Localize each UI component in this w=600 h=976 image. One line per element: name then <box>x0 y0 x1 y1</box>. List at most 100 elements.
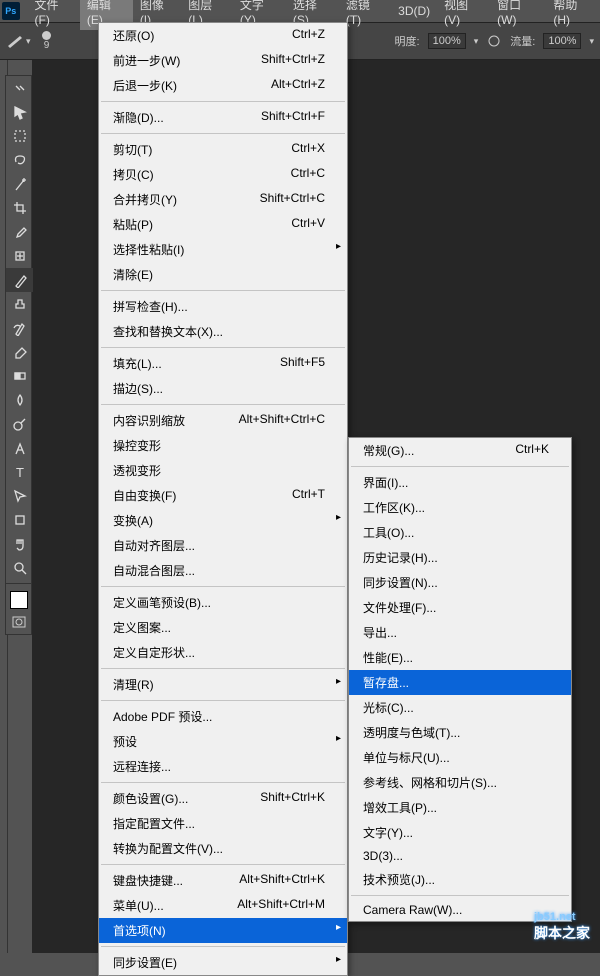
blur-tool[interactable] <box>6 388 33 412</box>
stamp-tool[interactable] <box>6 292 33 316</box>
menuitem-42[interactable]: 菜单(U)...Alt+Shift+Ctrl+M <box>99 893 347 918</box>
menuitem-9[interactable]: 粘贴(P)Ctrl+V <box>99 212 347 237</box>
history-tool[interactable] <box>6 316 33 340</box>
flow-value[interactable]: 100% <box>543 33 581 49</box>
menuitem-8[interactable]: 导出... <box>349 620 571 645</box>
opacity-value[interactable]: 100% <box>428 33 466 49</box>
brush-tool-icon[interactable]: ▾ <box>6 31 34 51</box>
menuitem-11[interactable]: 清除(E) <box>99 262 347 287</box>
shape-tool[interactable] <box>6 508 33 532</box>
menu-v[interactable]: 视图(V) <box>437 0 490 30</box>
menuitem-13[interactable]: 拼写检查(H)... <box>99 294 347 319</box>
menuitem-11[interactable]: 光标(C)... <box>349 695 571 720</box>
menuitem-3[interactable]: 工作区(K)... <box>349 495 571 520</box>
hand-tool[interactable] <box>6 532 33 556</box>
menuitem-37[interactable]: 颜色设置(G)...Shift+Ctrl+K <box>99 786 347 811</box>
menuitem-24[interactable]: 自动对齐图层... <box>99 533 347 558</box>
menuitem-28[interactable]: 定义图案... <box>99 615 347 640</box>
dodge-tool[interactable] <box>6 412 33 436</box>
menuitem-6[interactable]: 同步设置(N)... <box>349 570 571 595</box>
menuitem-label: 技术预览(J)... <box>363 871 435 888</box>
menuitem-35[interactable]: 远程连接... <box>99 754 347 779</box>
menuitem-33[interactable]: Adobe PDF 预设... <box>99 704 347 729</box>
lasso-tool[interactable] <box>6 148 33 172</box>
menuitem-4[interactable]: 工具(O)... <box>349 520 571 545</box>
eyedropper-tool[interactable] <box>6 220 33 244</box>
menuitem-4[interactable]: 渐隐(D)...Shift+Ctrl+F <box>99 105 347 130</box>
menuitem-7[interactable]: 拷贝(C)Ctrl+C <box>99 162 347 187</box>
menuitem-shortcut: Alt+Shift+Ctrl+K <box>239 872 325 889</box>
menuitem-6[interactable]: 剪切(T)Ctrl+X <box>99 137 347 162</box>
menuitem-23[interactable]: 变换(A) <box>99 508 347 533</box>
menuitem-29[interactable]: 定义自定形状... <box>99 640 347 665</box>
chevron-down-icon[interactable]: ▾ <box>26 36 31 47</box>
collapse-toggle[interactable] <box>6 76 33 100</box>
menuitem-16[interactable]: 填充(L)...Shift+F5 <box>99 351 347 376</box>
menuitem-13[interactable]: 单位与标尺(U)... <box>349 745 571 770</box>
marquee-tool[interactable] <box>6 124 33 148</box>
zoom-tool[interactable] <box>6 556 33 580</box>
menuitem-8[interactable]: 合并拷贝(Y)Shift+Ctrl+C <box>99 187 347 212</box>
menuitem-0[interactable]: 常规(G)...Ctrl+K <box>349 438 571 463</box>
menuitem-31[interactable]: 清理(R) <box>99 672 347 697</box>
menuitem-45[interactable]: 同步设置(E) <box>99 950 347 975</box>
menuitem-21[interactable]: 透视变形 <box>99 458 347 483</box>
color-swatch[interactable] <box>10 591 28 609</box>
menuitem-2[interactable]: 后退一步(K)Alt+Ctrl+Z <box>99 73 347 98</box>
pen-tool[interactable] <box>6 436 33 460</box>
menuitem-18[interactable]: 技术预览(J)... <box>349 867 571 892</box>
menuitem-10[interactable]: 暂存盘... <box>349 670 571 695</box>
eraser-tool[interactable] <box>6 340 33 364</box>
menuitem-label: 性能(E)... <box>363 649 413 666</box>
menuitem-10[interactable]: 选择性粘贴(I) <box>99 237 347 262</box>
menuitem-label: 颜色设置(G)... <box>113 790 188 807</box>
menuitem-label: 清理(R) <box>113 676 154 693</box>
menu-h[interactable]: 帮助(H) <box>546 0 600 30</box>
menuitem-0[interactable]: 还原(O)Ctrl+Z <box>99 23 347 48</box>
crop-tool[interactable] <box>6 196 33 220</box>
pressure-opacity-icon[interactable] <box>486 34 502 48</box>
quickmask-toggle[interactable] <box>6 613 31 634</box>
menuitem-2[interactable]: 界面(I)... <box>349 470 571 495</box>
wand-tool[interactable] <box>6 172 33 196</box>
menuitem-17[interactable]: 描边(S)... <box>99 376 347 401</box>
menuitem-14[interactable]: 参考线、网格和切片(S)... <box>349 770 571 795</box>
menuitem-27[interactable]: 定义画笔预设(B)... <box>99 590 347 615</box>
menuitem-9[interactable]: 性能(E)... <box>349 645 571 670</box>
menuitem-label: 透明度与色域(T)... <box>363 724 460 741</box>
gradient-tool[interactable] <box>6 364 33 388</box>
menuitem-41[interactable]: 键盘快捷键...Alt+Shift+Ctrl+K <box>99 868 347 893</box>
brush-preview[interactable]: 9 <box>42 31 51 51</box>
menuitem-12[interactable]: 透明度与色域(T)... <box>349 720 571 745</box>
chevron-down-icon[interactable]: ▾ <box>589 36 594 47</box>
menuitem-shortcut: Alt+Ctrl+Z <box>271 77 325 94</box>
left-toolbar: T <box>5 75 32 635</box>
menuitem-39[interactable]: 转换为配置文件(V)... <box>99 836 347 861</box>
menuitem-22[interactable]: 自由变换(F)Ctrl+T <box>99 483 347 508</box>
menuitem-43[interactable]: 首选项(N) <box>99 918 347 943</box>
menuitem-34[interactable]: 预设 <box>99 729 347 754</box>
menuitem-shortcut: Shift+Ctrl+F <box>261 109 325 126</box>
type-tool[interactable]: T <box>6 460 33 484</box>
menuitem-label: 还原(O) <box>113 27 154 44</box>
menu-f[interactable]: 文件(F) <box>28 0 80 30</box>
brush-tool[interactable] <box>6 268 33 292</box>
menuitem-7[interactable]: 文件处理(F)... <box>349 595 571 620</box>
menuitem-19[interactable]: 内容识别缩放Alt+Shift+Ctrl+C <box>99 408 347 433</box>
menuitem-15[interactable]: 增效工具(P)... <box>349 795 571 820</box>
menuitem-1[interactable]: 前进一步(W)Shift+Ctrl+Z <box>99 48 347 73</box>
path-tool[interactable] <box>6 484 33 508</box>
menuitem-20[interactable]: 操控变形 <box>99 433 347 458</box>
menuitem-25[interactable]: 自动混合图层... <box>99 558 347 583</box>
menu-w[interactable]: 窗口(W) <box>490 0 546 30</box>
chevron-down-icon[interactable]: ▾ <box>474 36 479 47</box>
menuitem-17[interactable]: 3D(3)... <box>349 845 571 867</box>
menuitem-14[interactable]: 查找和替换文本(X)... <box>99 319 347 344</box>
menuitem-16[interactable]: 文字(Y)... <box>349 820 571 845</box>
menu-dd[interactable]: 3D(D) <box>391 1 437 21</box>
menuitem-5[interactable]: 历史记录(H)... <box>349 545 571 570</box>
menuitem-shortcut: Alt+Shift+Ctrl+M <box>237 897 325 914</box>
move-tool[interactable] <box>6 100 33 124</box>
heal-tool[interactable] <box>6 244 33 268</box>
menuitem-38[interactable]: 指定配置文件... <box>99 811 347 836</box>
